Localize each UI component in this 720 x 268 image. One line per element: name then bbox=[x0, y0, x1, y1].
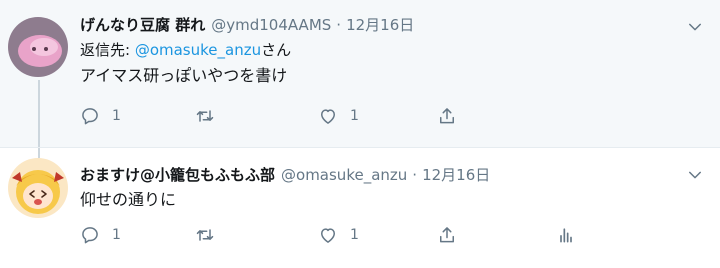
reply-prefix: 返信先: bbox=[80, 41, 135, 59]
reply-suffix: さん bbox=[261, 41, 292, 59]
reply-count: 1 bbox=[112, 227, 121, 243]
tweet-content: おますけ@小籠包もふもふ部 @omasuke_anzu · 12月16日 仰せの… bbox=[80, 164, 680, 212]
like-button[interactable]: 1 bbox=[318, 225, 359, 245]
share-button[interactable] bbox=[437, 225, 457, 245]
reply-icon bbox=[82, 108, 98, 125]
user-handle[interactable]: @omasuke_anzu bbox=[281, 164, 407, 186]
display-name[interactable]: おますけ@小籠包もふもふ部 bbox=[80, 164, 275, 186]
display-name[interactable]: げんなり豆腐 群れ bbox=[80, 14, 205, 36]
avatar[interactable] bbox=[8, 17, 68, 77]
like-button[interactable]: 1 bbox=[318, 106, 359, 126]
retweet-button[interactable] bbox=[195, 225, 227, 245]
tweet-header: げんなり豆腐 群れ @ymd104AAMS · 12月16日 bbox=[80, 14, 680, 36]
avatar[interactable] bbox=[8, 158, 68, 218]
share-button[interactable] bbox=[437, 106, 457, 126]
reply-count: 1 bbox=[112, 108, 121, 124]
chevron-down-icon[interactable] bbox=[686, 18, 704, 36]
thread-line bbox=[38, 80, 40, 147]
share-icon bbox=[440, 108, 454, 124]
retweet-icon bbox=[196, 229, 214, 241]
like-icon bbox=[321, 109, 335, 124]
separator: · bbox=[412, 166, 418, 184]
tweet-2[interactable]: おますけ@小籠包もふもふ部 @omasuke_anzu · 12月16日 仰せの… bbox=[0, 147, 720, 268]
tweet-content: げんなり豆腐 群れ @ymd104AAMS · 12月16日 返信先: @oma… bbox=[80, 14, 680, 88]
like-icon bbox=[321, 228, 335, 243]
tweet-text: 仰せの通りに bbox=[80, 190, 177, 209]
tweet-text: アイマス研っぽいやつを書け bbox=[80, 66, 288, 85]
reply-button[interactable]: 1 bbox=[80, 106, 121, 126]
reply-to-line: 返信先: @omasuke_anzuさん bbox=[80, 38, 680, 62]
tweet-header: おますけ@小籠包もふもふ部 @omasuke_anzu · 12月16日 bbox=[80, 164, 680, 186]
tweet-date[interactable]: 12月16日 bbox=[422, 164, 490, 186]
like-count: 1 bbox=[350, 108, 359, 124]
retweet-icon bbox=[196, 110, 214, 122]
analytics-icon bbox=[560, 228, 572, 243]
reply-button[interactable]: 1 bbox=[80, 225, 121, 245]
reply-icon bbox=[82, 227, 98, 244]
analytics-button[interactable] bbox=[556, 225, 576, 245]
share-icon bbox=[440, 227, 454, 243]
retweet-button[interactable] bbox=[195, 106, 227, 126]
like-count: 1 bbox=[350, 227, 359, 243]
chevron-down-icon[interactable] bbox=[686, 166, 704, 184]
user-handle[interactable]: @ymd104AAMS bbox=[211, 14, 331, 36]
reply-mention-link[interactable]: @omasuke_anzu bbox=[135, 41, 261, 59]
tweet-1[interactable]: げんなり豆腐 群れ @ymd104AAMS · 12月16日 返信先: @oma… bbox=[0, 0, 720, 147]
tweet-date[interactable]: 12月16日 bbox=[346, 14, 414, 36]
thread-line bbox=[38, 148, 40, 158]
separator: · bbox=[336, 16, 342, 34]
